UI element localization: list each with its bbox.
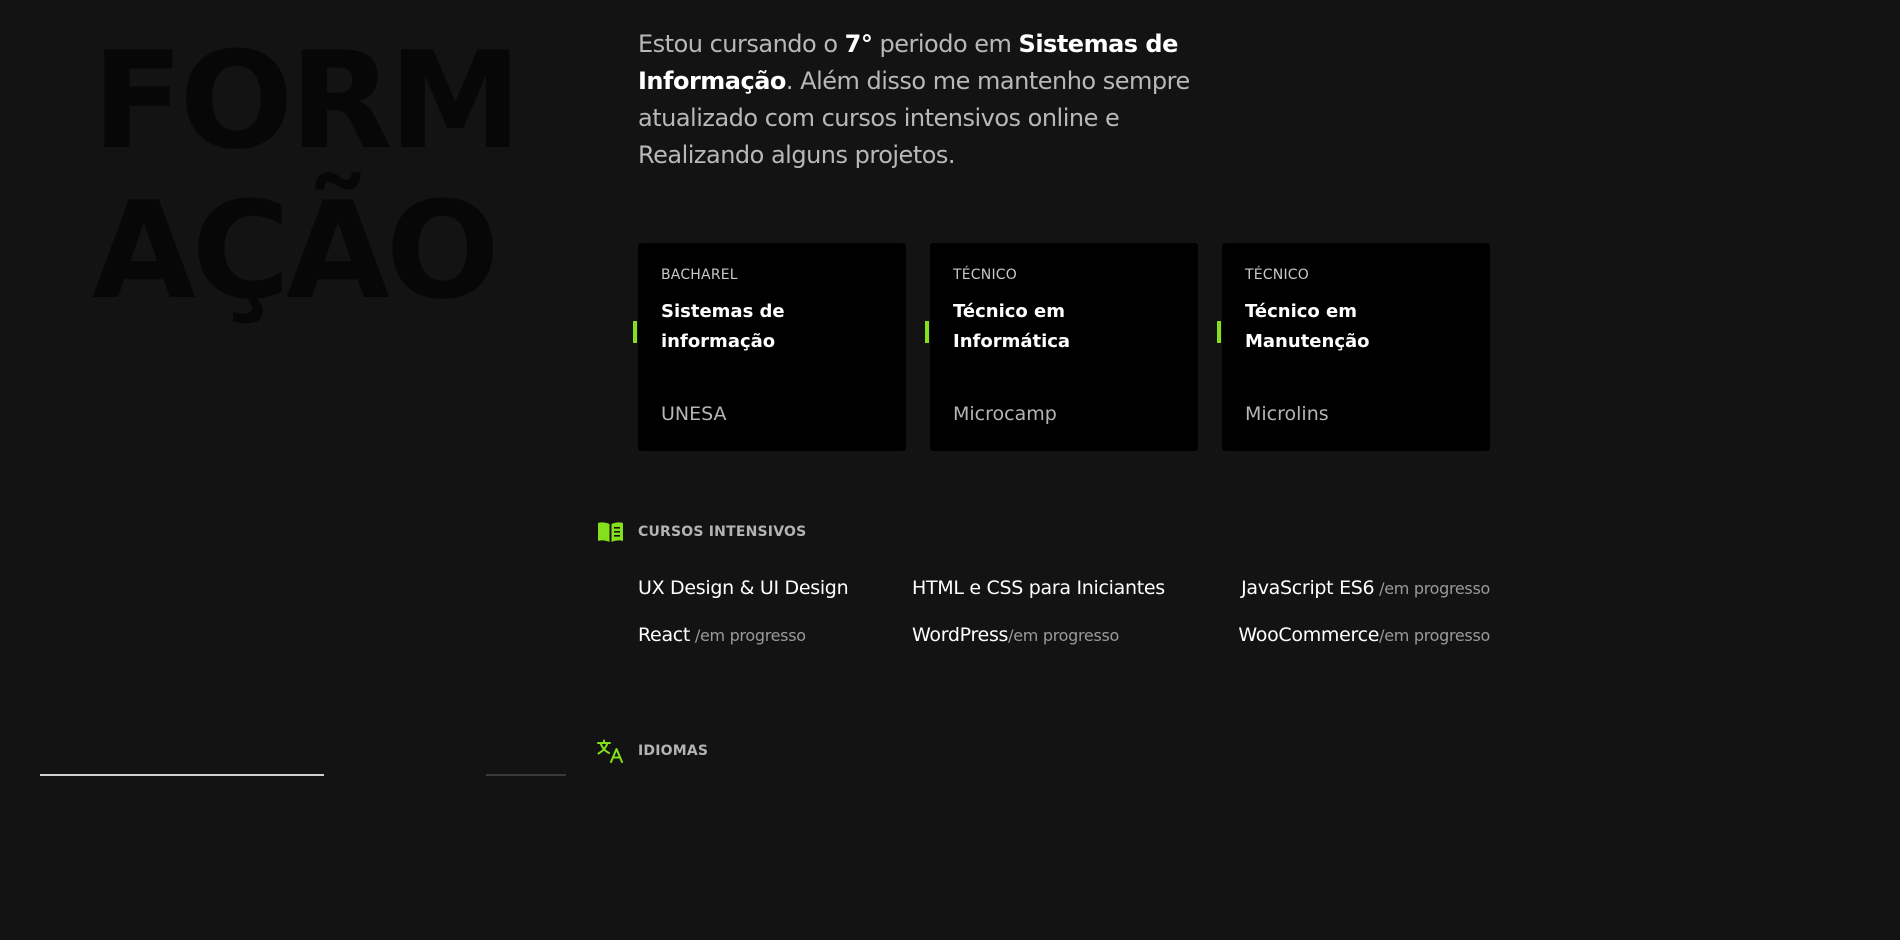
formacao-section: FORM AÇÃO Estou cursando o 7° periodo em… bbox=[0, 0, 1568, 776]
card-course-name: Técnico em Informática bbox=[953, 301, 1071, 352]
course-name: React bbox=[638, 624, 691, 646]
course-status: /em progresso bbox=[1374, 579, 1490, 598]
course-status: /em progresso bbox=[1379, 626, 1490, 645]
languages-label: IDIOMAS bbox=[638, 743, 709, 759]
card-degree-type: TÉCNICO bbox=[953, 267, 1017, 283]
course-name: UX Design & UI Design bbox=[638, 577, 849, 599]
card-accent-bar bbox=[1217, 321, 1221, 343]
section-title-line-2: AÇÃO bbox=[92, 173, 500, 329]
card-accent-bar bbox=[633, 321, 637, 343]
education-card-unesa: BACHAREL Sistemas de informação UNESA bbox=[633, 243, 906, 451]
course-name: HTML e CSS para Iniciantes bbox=[912, 577, 1165, 599]
course-item: JavaScript ES6 /em progresso bbox=[1241, 577, 1490, 599]
course-name: JavaScript ES6 bbox=[1241, 577, 1375, 599]
card-course-name: Técnico em Manutenção bbox=[1245, 301, 1370, 352]
card-accent-bar bbox=[925, 321, 929, 343]
intro-period: 7° bbox=[844, 30, 873, 58]
section-title: FORM AÇÃO bbox=[92, 23, 522, 329]
intro-paragraph: Estou cursando o 7° periodo em Sistemas … bbox=[638, 26, 1238, 174]
education-card-microlins: TÉCNICO Técnico em Manutenção Microlins bbox=[1217, 243, 1490, 451]
card-institution: Microlins bbox=[1245, 403, 1329, 425]
card-degree-type: TÉCNICO bbox=[1245, 267, 1309, 283]
education-card-microcamp: TÉCNICO Técnico em Informática Microcamp bbox=[925, 243, 1198, 451]
section-title-line-1: FORM bbox=[92, 23, 522, 179]
education-cards: BACHAREL Sistemas de informação UNESA TÉ… bbox=[633, 243, 1490, 451]
intro-text-1: Estou cursando o bbox=[638, 30, 845, 58]
intro-text-2: periodo em bbox=[872, 30, 1019, 58]
intensive-courses-heading: CURSOS INTENSIVOS bbox=[597, 520, 806, 544]
course-status: /em progresso bbox=[1008, 626, 1120, 645]
book-icon bbox=[598, 522, 623, 542]
translate-icon bbox=[597, 739, 623, 763]
intensive-courses-label: CURSOS INTENSIVOS bbox=[638, 524, 807, 540]
divider-line bbox=[40, 774, 324, 776]
course-item: WooCommerce/em progresso bbox=[1238, 624, 1490, 646]
card-institution: Microcamp bbox=[953, 403, 1057, 425]
course-name: WordPress bbox=[912, 624, 1009, 646]
course-item: React /em progresso bbox=[638, 624, 806, 646]
card-course-name: Sistemas de informação bbox=[661, 301, 785, 352]
course-status: /em progresso bbox=[690, 626, 806, 645]
card-degree-type: BACHAREL bbox=[661, 267, 738, 283]
divider-line bbox=[486, 774, 566, 776]
course-name: WooCommerce bbox=[1238, 624, 1380, 646]
course-item: HTML e CSS para Iniciantes bbox=[912, 577, 1165, 599]
languages-heading: IDIOMAS bbox=[597, 739, 708, 763]
course-item: WordPress/em progresso bbox=[912, 624, 1119, 646]
card-institution: UNESA bbox=[661, 403, 727, 425]
course-item: UX Design & UI Design bbox=[638, 577, 849, 599]
